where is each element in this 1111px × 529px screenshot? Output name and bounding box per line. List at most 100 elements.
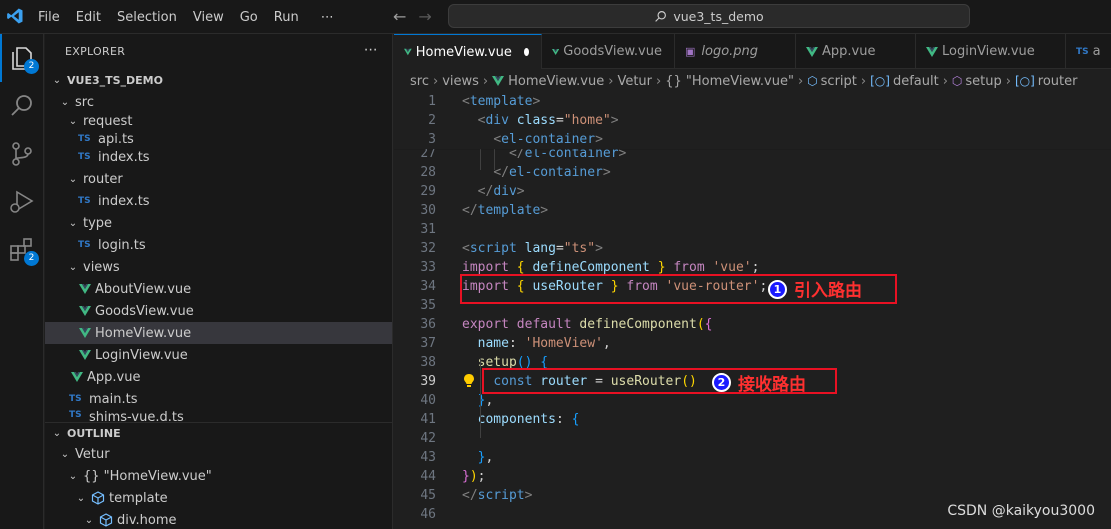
outline-header[interactable]: ⌄ OUTLINE xyxy=(45,422,392,444)
search-activity[interactable] xyxy=(8,92,36,120)
lightbulb-icon[interactable] xyxy=(464,374,474,388)
explorer-more-button[interactable]: ⋯ xyxy=(364,42,378,58)
outline-item-template[interactable]: ⌄ template xyxy=(45,487,392,509)
outline-item-div-home[interactable]: ⌄ div.home xyxy=(45,509,392,529)
code-text: </div> xyxy=(462,182,525,201)
typescript-file-icon: TS xyxy=(78,196,91,206)
code-token: 'vue' xyxy=(712,260,752,275)
crumb-src[interactable]: src xyxy=(410,74,429,89)
vue-file-icon xyxy=(79,284,91,294)
menu-go[interactable]: Go xyxy=(232,10,266,25)
menu-more[interactable]: ⋯ xyxy=(313,10,342,25)
tab-homeview[interactable]: HomeView.vue xyxy=(394,34,542,69)
line-number: 28 xyxy=(420,165,436,180)
code-token: </ xyxy=(493,165,509,180)
run-debug-activity[interactable] xyxy=(8,188,36,216)
code-token: > xyxy=(524,488,533,503)
tree-file-request-index[interactable]: TS index.ts xyxy=(45,146,392,168)
code-line[interactable]: 42 xyxy=(394,429,1111,448)
line-number: 1 xyxy=(428,94,436,109)
crumb-default[interactable]: default xyxy=(893,74,939,89)
code-line[interactable]: 41 components: { xyxy=(394,410,1111,429)
code-line[interactable]: 44}); xyxy=(394,467,1111,486)
cube-icon xyxy=(91,491,105,505)
tree-file-homeview[interactable]: HomeView.vue xyxy=(45,322,392,344)
back-arrow-icon[interactable]: ← xyxy=(393,7,406,26)
tree-file-goodsview[interactable]: GoodsView.vue xyxy=(45,300,392,322)
code-line[interactable]: 36 export default defineComponent({ xyxy=(394,315,1111,334)
tree-file-main[interactable]: TS main.ts xyxy=(45,388,392,410)
code-line[interactable]: 37 name: 'HomeView', xyxy=(394,334,1111,353)
tree-file-login[interactable]: TS login.ts xyxy=(45,234,392,256)
nav-arrows: ← → xyxy=(393,7,432,26)
tree-folder-src[interactable]: ⌄ src xyxy=(45,91,392,113)
tree-file-aboutview[interactable]: AboutView.vue xyxy=(45,278,392,300)
tree-folder-router[interactable]: ⌄ router xyxy=(45,168,392,190)
menu-selection[interactable]: Selection xyxy=(109,10,185,25)
chevron-down-icon: ⌄ xyxy=(84,514,94,526)
code-token: > xyxy=(602,165,611,180)
tab-app[interactable]: App.vue xyxy=(796,34,916,69)
crumb-setup[interactable]: setup xyxy=(965,74,1001,89)
crumb-file[interactable]: HomeView.vue xyxy=(508,74,604,89)
tab-goodsview[interactable]: GoodsView.vue xyxy=(542,34,675,69)
menu-file[interactable]: File xyxy=(30,10,68,25)
vue-file-icon xyxy=(552,48,560,55)
workspace-root[interactable]: ⌄ VUE3_TS_DEMO xyxy=(45,69,392,91)
code-token: import xyxy=(462,260,509,275)
vue-file-icon xyxy=(79,306,91,316)
menu-run[interactable]: Run xyxy=(266,10,307,25)
outline-item-vetur[interactable]: ⌄ Vetur xyxy=(45,443,392,465)
line-number: 41 xyxy=(420,412,436,427)
tree-file-router-index[interactable]: TS index.ts xyxy=(45,190,392,212)
code-line[interactable]: 2 <div class="home"> xyxy=(394,111,1111,130)
crumb-vetur[interactable]: Vetur xyxy=(617,74,652,89)
forward-arrow-icon[interactable]: → xyxy=(418,7,431,26)
typescript-file-icon: TS xyxy=(78,240,91,250)
code-token: ; xyxy=(751,260,760,275)
code-line[interactable]: 32 <script lang="ts"> xyxy=(394,239,1111,258)
code-token: </ xyxy=(462,488,478,503)
line-number: 46 xyxy=(420,507,436,522)
active-indicator xyxy=(0,34,2,82)
source-control-activity[interactable] xyxy=(8,140,36,168)
command-center-search[interactable]: vue3_ts_demo xyxy=(448,4,970,28)
line-number: 29 xyxy=(420,184,436,199)
crumb-module[interactable]: {} "HomeView.vue" xyxy=(665,74,794,89)
code-line[interactable]: 29 </div> xyxy=(394,182,1111,201)
code-line[interactable]: 3 <el-container> xyxy=(394,130,1111,149)
code-line[interactable]: 28 </el-container> xyxy=(394,163,1111,182)
tree-file-shims[interactable]: TS shims-vue.d.ts xyxy=(45,410,392,422)
tree-file-app[interactable]: App.vue xyxy=(45,366,392,388)
vue-file-icon xyxy=(79,328,91,338)
code-token: </ xyxy=(462,203,478,218)
code-editor[interactable]: 46 45 </script> 44}); 43 }, 42 41 components: … xyxy=(394,92,1111,529)
code-line[interactable]: 43 }, xyxy=(394,448,1111,467)
tree-file-loginview[interactable]: LoginView.vue xyxy=(45,344,392,366)
tab-logo[interactable]: ▣ logo.png xyxy=(675,34,796,69)
crumb-router[interactable]: router xyxy=(1038,74,1078,89)
outline-item-module[interactable]: ⌄ {} "HomeView.vue" xyxy=(45,465,392,487)
crumb-views[interactable]: views xyxy=(442,74,479,89)
tab-loginview[interactable]: LoginView.vue xyxy=(916,34,1066,69)
typescript-file-icon: TS xyxy=(69,410,82,420)
extensions-activity[interactable]: 2 xyxy=(8,236,39,266)
line-number: 3 xyxy=(428,132,436,147)
editor-tabs: HomeView.vue GoodsView.vue ▣ logo.png Ap… xyxy=(394,34,1111,69)
code-line[interactable]: 30 </template> xyxy=(394,201,1111,220)
menu-edit[interactable]: Edit xyxy=(68,10,109,25)
menu-view[interactable]: View xyxy=(185,10,232,25)
tree-folder-type[interactable]: ⌄ type xyxy=(45,212,392,234)
tree-folder-request[interactable]: ⌄ request xyxy=(45,113,392,130)
code-line[interactable]: 31 xyxy=(394,220,1111,239)
crumb-script[interactable]: script xyxy=(821,74,857,89)
code-line[interactable]: 1 <template> xyxy=(394,92,1111,111)
code-token: { xyxy=(571,412,580,427)
tree-folder-views[interactable]: ⌄ views xyxy=(45,256,392,278)
unsaved-dot-icon[interactable] xyxy=(523,48,529,56)
cube-icon xyxy=(99,513,113,527)
line-number: 32 xyxy=(420,241,436,256)
explorer-activity[interactable]: 2 xyxy=(8,44,39,74)
tab-overflow[interactable]: TS a xyxy=(1066,34,1111,69)
